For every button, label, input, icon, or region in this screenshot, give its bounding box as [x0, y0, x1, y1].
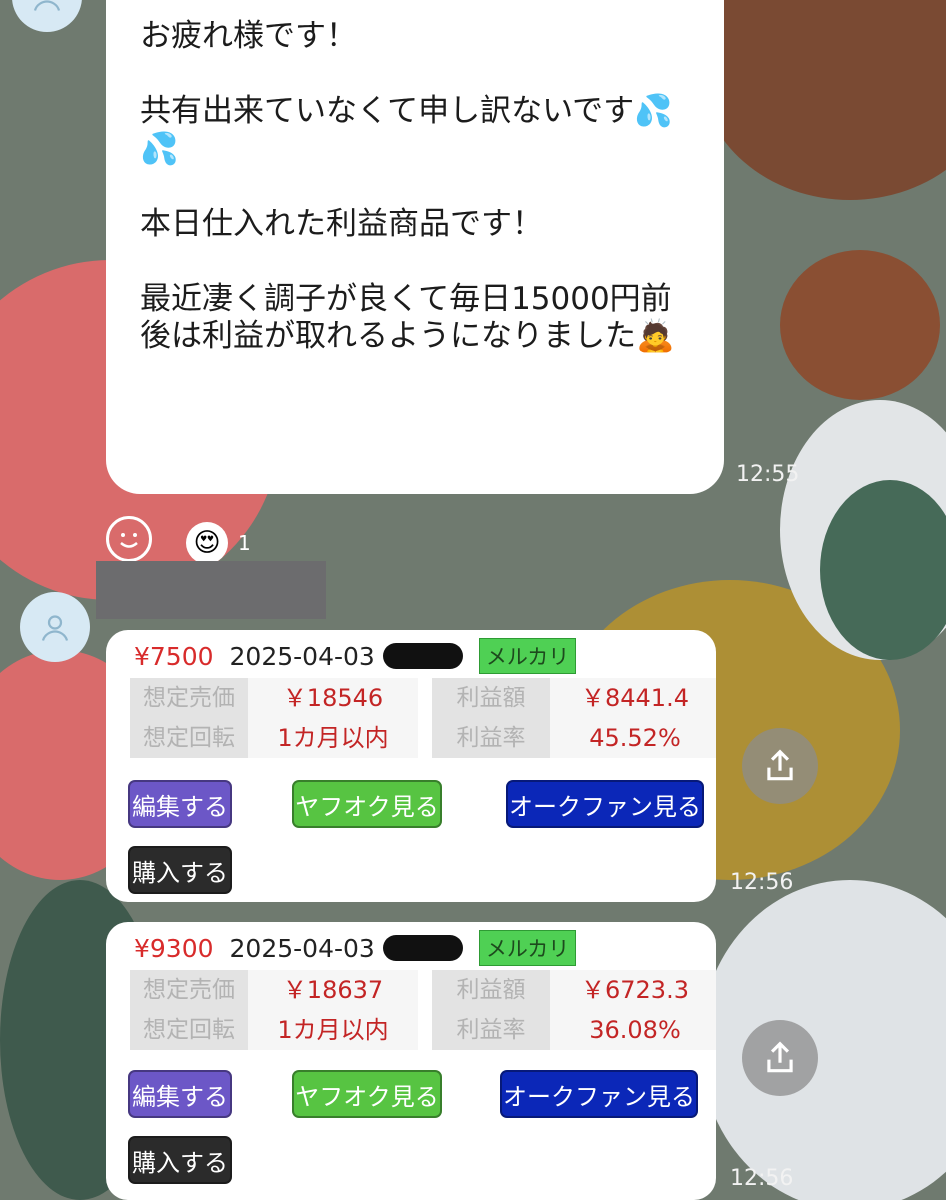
- sender-avatar[interactable]: [20, 592, 90, 662]
- label-expected-price: 想定売価: [130, 678, 248, 718]
- value-profit-rate: 36.08%: [550, 1010, 716, 1050]
- edit-button[interactable]: 編集する: [128, 1070, 232, 1118]
- value-expected-turnover: 1カ月以内: [248, 1010, 418, 1050]
- redacted-name: [96, 561, 326, 619]
- label-profit-amount: 利益額: [432, 678, 550, 718]
- platform-badge: メルカリ: [478, 930, 577, 966]
- share-icon: [767, 749, 793, 781]
- smiley-icon: [120, 533, 138, 548]
- product-card[interactable]: ¥7500 2025-04-03 メルカリ 想定売価 ￥18546 想定回転 1…: [106, 630, 716, 902]
- label-profit-rate: 利益率: [432, 718, 550, 758]
- redaction-scribble: [382, 935, 463, 961]
- label-expected-turnover: 想定回転: [130, 1010, 248, 1050]
- label-profit-rate: 利益率: [432, 1010, 550, 1050]
- redaction-scribble: [382, 643, 463, 669]
- aucfan-button[interactable]: オークファン見る: [500, 1070, 698, 1118]
- value-profit-rate: 45.52%: [550, 718, 716, 758]
- share-button[interactable]: [742, 728, 818, 804]
- yahoo-auction-button[interactable]: ヤフオク見る: [292, 1070, 442, 1118]
- product-card[interactable]: ¥9300 2025-04-03 メルカリ 想定売価 ￥18637 想定回転 1…: [106, 922, 716, 1200]
- purchase-date: 2025-04-03: [229, 933, 375, 963]
- message-line: 最近凄く調子が良くて毎日15000円前後は利益が取れるようになりました🙇: [140, 280, 675, 355]
- profit-table: 想定売価 ￥18546 想定回転 1カ月以内 利益額 ￥8441.4 利益率 4…: [130, 678, 716, 758]
- message-line: 本日仕入れた利益商品です！: [140, 205, 543, 242]
- value-expected-price: ￥18637: [248, 970, 418, 1010]
- message-line: 共有出来ていなくて申し訳ないです💦💦: [140, 93, 673, 167]
- value-expected-price: ￥18546: [248, 678, 418, 718]
- share-icon: [767, 1041, 793, 1073]
- buy-button[interactable]: 購入する: [128, 846, 232, 894]
- platform-badge: メルカリ: [478, 638, 577, 674]
- label-expected-turnover: 想定回転: [130, 718, 248, 758]
- purchase-price: ¥7500: [134, 641, 214, 671]
- add-reaction-button[interactable]: [106, 516, 152, 562]
- yahoo-auction-button[interactable]: ヤフオク見る: [292, 780, 442, 828]
- value-expected-turnover: 1カ月以内: [248, 718, 418, 758]
- user-avatar-icon: [33, 0, 61, 11]
- label-profit-amount: 利益額: [432, 970, 550, 1010]
- reaction-emoji: 😍: [193, 528, 221, 558]
- card-time: 12:56: [730, 1166, 794, 1191]
- message-line: お疲れ様です！: [140, 18, 357, 54]
- purchase-date: 2025-04-03: [229, 641, 375, 671]
- value-profit-amount: ￥6723.3: [550, 970, 716, 1010]
- reaction-count: 1: [238, 531, 251, 555]
- profit-table: 想定売価 ￥18637 想定回転 1カ月以内 利益額 ￥6723.3 利益率 3…: [130, 970, 716, 1050]
- value-profit-amount: ￥8441.4: [550, 678, 716, 718]
- reaction-chip[interactable]: 😍 1: [186, 522, 251, 564]
- purchase-price: ¥9300: [134, 933, 214, 963]
- user-avatar-icon: [41, 615, 69, 641]
- message-time: 12:55: [736, 462, 800, 487]
- aucfan-button[interactable]: オークファン見る: [506, 780, 704, 828]
- label-expected-price: 想定売価: [130, 970, 248, 1010]
- edit-button[interactable]: 編集する: [128, 780, 232, 828]
- card-time: 12:56: [730, 870, 794, 895]
- message-bubble[interactable]: お疲れ様です！ 共有出来ていなくて申し訳ないです💦💦 本日仕入れた利益商品です！…: [106, 0, 724, 494]
- buy-button[interactable]: 購入する: [128, 1136, 232, 1184]
- share-button[interactable]: [742, 1020, 818, 1096]
